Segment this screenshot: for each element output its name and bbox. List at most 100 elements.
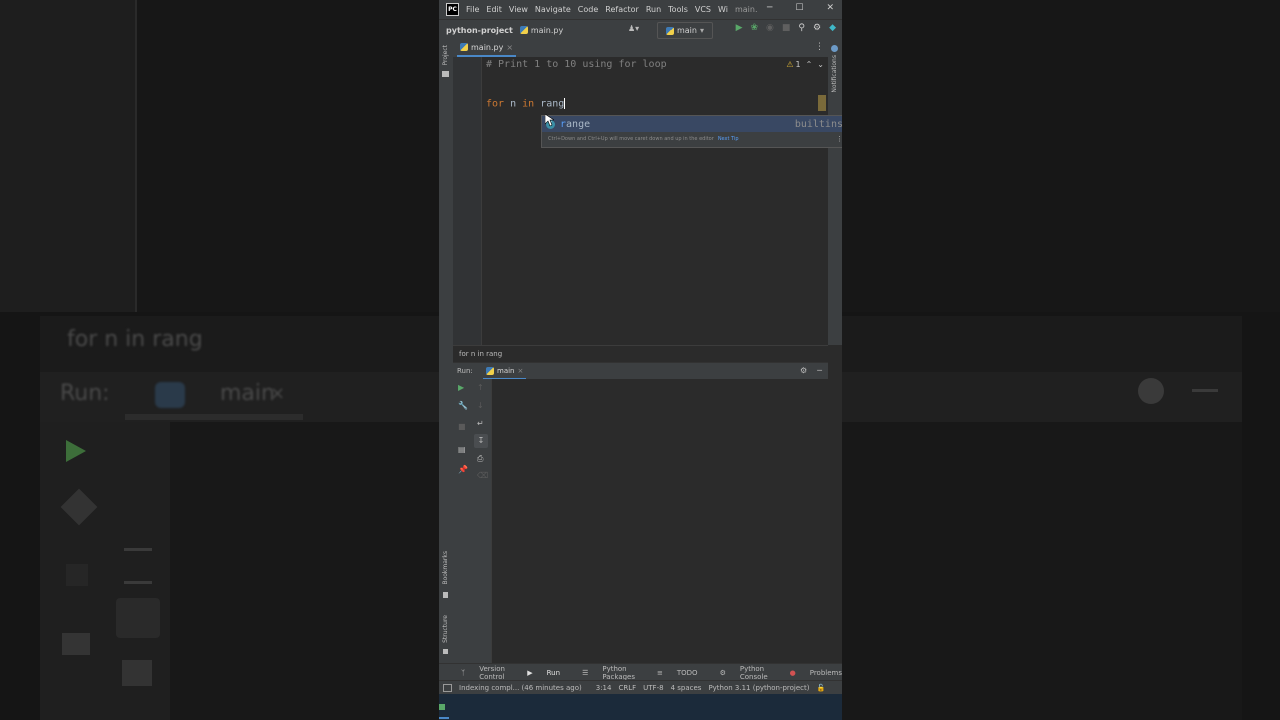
folder-icon [442,71,449,77]
structure-icon [443,649,448,654]
chevron-down-icon[interactable]: ⌄ [817,60,824,69]
blurred-layout-icon [62,633,90,655]
print-icon[interactable]: ⎙ [477,454,483,464]
inspection-widget[interactable]: ⚠ 1 ⌃ ⌄ [786,60,824,69]
menu-file[interactable]: File [466,5,479,14]
editor-tab-bar: main.py × ⋮ [453,39,828,58]
coverage-icon[interactable]: ◉ [766,23,774,33]
wrench-icon[interactable]: 🔧 [458,401,468,410]
tab-main-py[interactable]: main.py × [457,39,516,57]
pin-icon[interactable]: 📌 [458,465,468,474]
status-icon[interactable] [443,684,452,692]
menu-edit[interactable]: Edit [486,5,502,14]
tab-options-icon[interactable]: ⋮ [815,42,824,52]
arrow-down-icon[interactable]: ↓ [477,401,484,410]
navigation-bar: python-project main.py ♟▾ main ▾ ▶ ❀ ◉ ■… [439,19,842,41]
maximize-button[interactable]: ☐ [795,3,803,13]
status-position[interactable]: 3:14 [596,684,612,692]
list-icon: ≡ [657,668,663,677]
project-tool-button[interactable]: Project [442,45,449,66]
keyword-in: in [522,98,535,110]
mouse-cursor-icon [545,114,554,127]
rerun-icon[interactable]: ▶ [458,383,464,392]
bell-icon [831,45,838,52]
pycharm-logo-icon: PC [446,3,459,16]
stop-icon[interactable]: ■ [782,23,791,33]
editor-breadcrumb[interactable]: for n in rang [453,345,828,362]
python-file-icon [519,26,528,34]
status-indent[interactable]: 4 spaces [671,684,702,692]
code-editor[interactable]: ⚠ 1 ⌃ ⌄ # Print 1 to 10 using for loop f… [453,57,842,345]
pycharm-taskbar-icon[interactable] [439,704,445,710]
arrow-up-icon[interactable]: ↑ [477,383,484,392]
window-controls: ─ ☐ ✕ [767,3,834,13]
completion-item[interactable]: f range builtins [542,116,842,132]
blurred-print-icon [122,660,152,686]
completion-hint: Ctrl+Down and Ctrl+Up will move caret do… [542,132,842,143]
menu-vcs[interactable]: VCS [695,5,711,14]
status-indexing[interactable]: Indexing compl... (46 minutes ago) [459,684,582,692]
blurred-scroll-icon [116,598,160,638]
menu-run[interactable]: Run [646,5,661,14]
more-icon[interactable]: ⋮ [836,135,842,143]
scroll-to-end-icon[interactable]: ↧ [474,434,488,448]
menu-window[interactable]: Wi [718,5,728,14]
tool-run[interactable]: ▶ Run [516,669,560,677]
gear-icon[interactable]: ⚙ [800,366,807,375]
hide-icon[interactable]: ─ [817,366,822,375]
menu-navigate[interactable]: Navigate [535,5,571,14]
user-icon[interactable]: ♟▾ [628,24,639,33]
status-encoding[interactable]: UTF-8 [643,684,663,692]
tool-todo[interactable]: ≡ TODO [646,669,698,677]
structure-tool-button[interactable]: Structure [442,615,449,643]
python-file-icon [460,43,468,51]
text-caret [564,98,566,109]
run-config-select[interactable]: main ▾ [657,22,713,39]
trash-icon[interactable]: ⌫ [477,471,488,480]
run-tab-main[interactable]: main × [483,363,526,380]
layout-icon[interactable]: ▤ [458,445,466,454]
python-icon [665,26,674,35]
completion-hint-text: Ctrl+Down and Ctrl+Up will move caret do… [548,136,714,142]
run-icon[interactable]: ▶ [736,23,743,33]
active-app-indicator [439,717,449,719]
search-icon[interactable]: ⚲ [798,23,805,33]
lock-icon[interactable]: 🔓 [817,684,826,692]
line-gutter [453,57,482,345]
bookmarks-tool-button[interactable]: Bookmarks [442,551,449,585]
tab-close-icon[interactable]: × [506,43,513,52]
tool-python-packages-label: Python Packages [602,664,636,681]
status-line-separator[interactable]: CRLF [618,684,636,692]
tool-todo-label: TODO [676,668,698,677]
next-tip-link[interactable]: Next Tip [718,136,739,142]
run-console-output[interactable] [491,379,829,663]
stop-icon[interactable]: ■ [458,422,466,431]
tool-version-control[interactable]: ᛉ Version Control [450,665,505,681]
menu-refactor[interactable]: Refactor [605,5,639,14]
run-tab-label: main [497,366,515,375]
run-panel-header: Run: main × ⚙ ─ [453,362,828,380]
completion-source: builtins [794,118,842,130]
jetbrains-icon[interactable]: ◆ [829,23,836,33]
tool-python-packages[interactable]: ☰ Python Packages [571,665,635,681]
menu-view[interactable]: View [509,5,528,14]
tool-python-console[interactable]: ⚙ Python Console [709,665,768,681]
soft-wrap-icon[interactable]: ↵ [477,419,484,428]
breadcrumb-file[interactable]: main.py [519,26,563,35]
menu-code[interactable]: Code [578,5,598,14]
error-stripe-marker[interactable] [818,95,826,111]
completion-rest: ange [566,118,591,130]
ide-window: PC File Edit View Navigate Code Refactor… [439,0,842,720]
minimize-button[interactable]: ─ [767,3,772,13]
notifications-tool-button[interactable]: Notifications [831,55,838,93]
chevron-up-icon[interactable]: ⌃ [806,60,813,69]
close-button[interactable]: ✕ [826,3,834,13]
status-interpreter[interactable]: Python 3.11 (python-project) [708,684,809,692]
breadcrumb-project[interactable]: python-project [446,26,513,35]
run-tab-close-icon[interactable]: × [518,367,524,375]
menu-tools[interactable]: Tools [668,5,688,14]
tool-problems[interactable]: ● Problems [779,669,842,677]
blurred-run-label: Run: [60,381,110,406]
debug-icon[interactable]: ❀ [750,23,758,33]
gear-icon[interactable]: ⚙ [813,23,821,33]
